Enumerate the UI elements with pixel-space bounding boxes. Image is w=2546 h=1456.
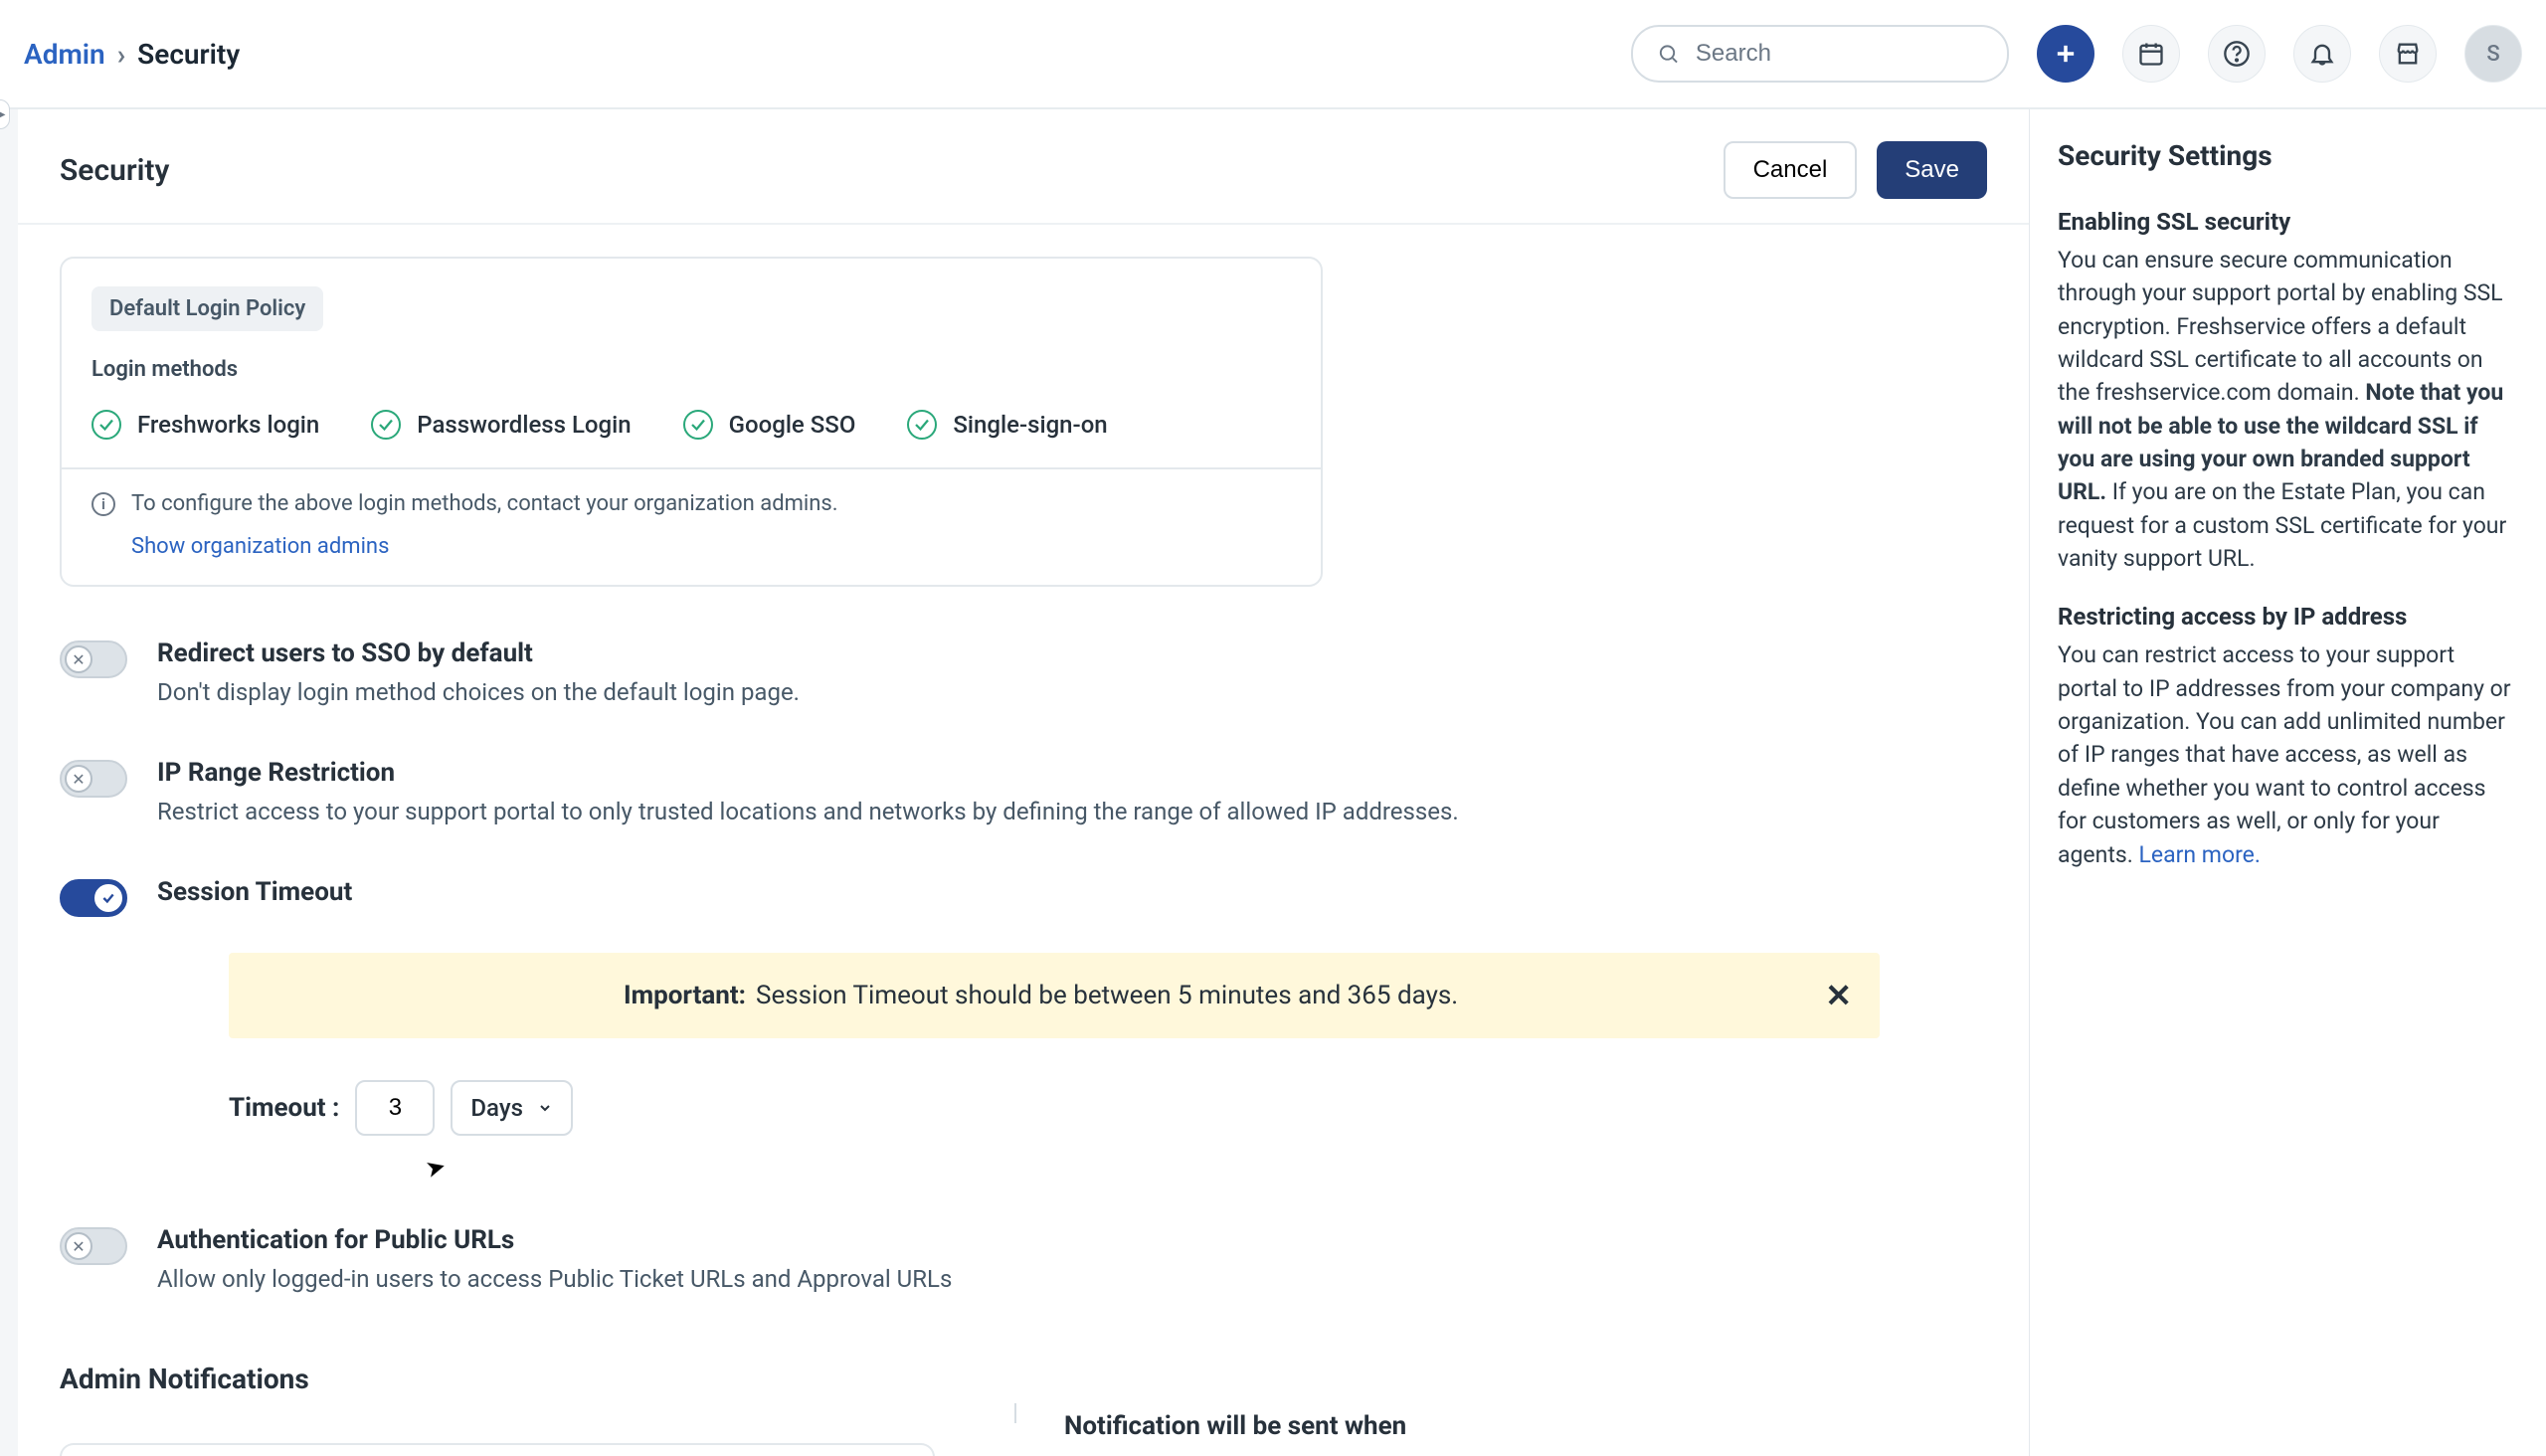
timeout-label: Timeout : <box>229 1093 339 1123</box>
session-timeout-title: Session Timeout <box>157 877 352 907</box>
session-timeout-subsection: Important: Session Timeout should be betw… <box>229 953 1880 1136</box>
main-panel: Security Cancel Save Default Login Polic… <box>0 109 2029 1456</box>
login-method-google-sso: Google SSO <box>683 410 856 440</box>
apps-button[interactable] <box>2379 25 2437 83</box>
ip-range-toggle[interactable]: ✕ <box>60 760 127 798</box>
login-method-freshworks: Freshworks login <box>91 410 319 440</box>
check-icon <box>907 410 937 440</box>
ip-range-title: IP Range Restriction <box>157 758 1459 788</box>
help-icon <box>2223 40 2251 68</box>
vertical-divider <box>1014 1403 1016 1423</box>
auth-public-row: ✕ Authentication for Public URLs Allow o… <box>60 1225 1987 1293</box>
auth-public-toggle[interactable]: ✕ <box>60 1227 127 1265</box>
save-button[interactable]: Save <box>1877 141 1987 199</box>
help-sidebar: Security Settings Enabling SSL security … <box>2029 109 2546 1456</box>
show-organization-admins-link[interactable]: Show organization admins <box>131 534 389 559</box>
chevron-right-icon: › <box>117 38 125 71</box>
session-timeout-row: Session Timeout <box>60 877 1987 917</box>
timeout-value-input[interactable] <box>355 1080 435 1136</box>
login-method-single-sign-on: Single-sign-on <box>907 410 1107 440</box>
sidebar-ssl-title: Enabling SSL security <box>2058 208 2518 236</box>
topbar: ▸ Admin › Security S <box>0 0 2546 109</box>
check-icon <box>371 410 401 440</box>
store-icon <box>2394 40 2422 68</box>
calendar-button[interactable] <box>2122 25 2180 83</box>
help-button[interactable] <box>2208 25 2266 83</box>
calendar-icon <box>2137 40 2165 68</box>
notifications-button[interactable] <box>2293 25 2351 83</box>
notification-sent-when-label: Notification will be sent when <box>1064 1411 1406 1441</box>
admin-notifications-heading: Admin Notifications <box>60 1363 1987 1395</box>
alert-close-button[interactable]: ✕ <box>1825 977 1852 1014</box>
info-icon: i <box>91 492 115 516</box>
sidebar-ip-title: Restricting access by IP address <box>2058 603 2518 631</box>
alert-message: Session Timeout should be between 5 minu… <box>756 981 1458 1010</box>
bell-icon <box>2308 40 2336 68</box>
admin-notifications-area: Notification will be sent when <box>60 1413 1987 1456</box>
chevron-down-icon <box>537 1100 553 1116</box>
page-title: Security <box>60 153 169 188</box>
redirect-sso-title: Redirect users to SSO by default <box>157 638 800 668</box>
login-method-label: Single-sign-on <box>953 411 1107 439</box>
search-input[interactable] <box>1696 40 1983 68</box>
auth-public-desc: Allow only logged-in users to access Pub… <box>157 1265 952 1293</box>
alert-important-label: Important: <box>624 981 746 1010</box>
ip-range-row: ✕ IP Range Restriction Restrict access t… <box>60 758 1987 825</box>
redirect-sso-desc: Don't display login method choices on th… <box>157 678 800 706</box>
global-search[interactable] <box>1631 25 2009 83</box>
check-icon <box>91 410 121 440</box>
content-area: Security Cancel Save Default Login Polic… <box>0 109 2546 1456</box>
session-timeout-alert: Important: Session Timeout should be betw… <box>229 953 1880 1038</box>
login-method-label: Google SSO <box>729 411 856 439</box>
configure-login-hint: To configure the above login methods, co… <box>131 491 838 516</box>
login-method-label: Freshworks login <box>137 411 319 439</box>
timeout-unit-label: Days <box>470 1094 523 1122</box>
redirect-sso-row: ✕ Redirect users to SSO by default Don't… <box>60 638 1987 706</box>
login-methods-list: Freshworks login Passwordless Login Goog… <box>91 410 1291 440</box>
login-policy-panel: Default Login Policy Login methods Fresh… <box>60 257 1323 587</box>
breadcrumb: Admin › Security <box>24 38 240 71</box>
admin-notifications-panel <box>60 1443 935 1456</box>
timeout-unit-select[interactable]: Days <box>451 1080 573 1136</box>
learn-more-link[interactable]: Learn more. <box>2139 841 2261 868</box>
login-methods-label: Login methods <box>91 357 1291 382</box>
breadcrumb-current: Security <box>137 38 240 71</box>
timeout-input-row: Timeout : Days <box>229 1080 1880 1136</box>
breadcrumb-root[interactable]: Admin <box>24 38 105 71</box>
page-header: Security Cancel Save <box>18 109 2029 225</box>
login-method-label: Passwordless Login <box>417 411 631 439</box>
session-timeout-toggle[interactable] <box>60 879 127 917</box>
search-icon <box>1657 41 1680 67</box>
redirect-sso-toggle[interactable]: ✕ <box>60 640 127 678</box>
cancel-button[interactable]: Cancel <box>1724 141 1858 199</box>
sidebar-heading: Security Settings <box>2058 139 2518 172</box>
profile-avatar[interactable]: S <box>2464 25 2522 83</box>
main-body: Default Login Policy Login methods Fresh… <box>18 225 2029 1456</box>
ip-range-desc: Restrict access to your support portal t… <box>157 798 1459 825</box>
auth-public-title: Authentication for Public URLs <box>157 1225 952 1255</box>
plus-icon <box>2052 40 2080 68</box>
check-icon <box>683 410 713 440</box>
default-login-policy-tag: Default Login Policy <box>91 286 323 331</box>
sidebar-ssl-body: You can ensure secure communication thro… <box>2058 244 2518 575</box>
login-method-passwordless: Passwordless Login <box>371 410 631 440</box>
sidebar-ip-body: You can restrict access to your support … <box>2058 638 2518 870</box>
avatar-initial: S <box>2486 42 2499 67</box>
create-new-button[interactable] <box>2037 25 2094 83</box>
